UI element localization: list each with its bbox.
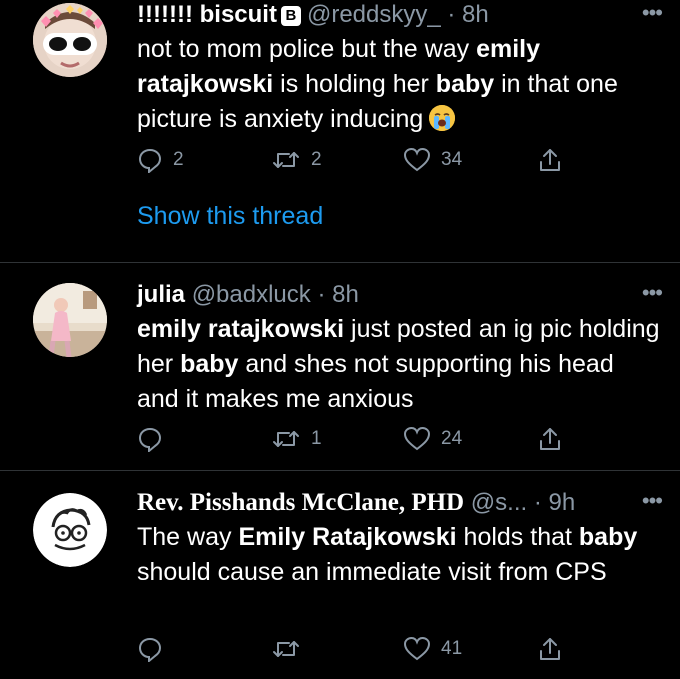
reply-button[interactable]: 2 (137, 147, 184, 173)
share-icon (540, 428, 560, 450)
tweet-header: Rev. Pisshands McClane, PHD @s... · 9h (137, 488, 662, 518)
share-button[interactable] (537, 147, 563, 173)
like-button[interactable]: 41 (403, 636, 462, 662)
timestamp[interactable]: · 9h (534, 489, 575, 516)
show-thread-link[interactable]: Show this thread (137, 202, 323, 231)
reply-icon (138, 427, 162, 452)
reply-icon (138, 637, 162, 662)
tweet-header: !!!!!!! biscuit B @reddskyy_ · 8h (137, 0, 662, 30)
avatar[interactable] (33, 493, 107, 567)
heart-icon (403, 147, 431, 172)
more-options-icon[interactable]: ••• (642, 280, 663, 306)
tweet-3[interactable]: Rev. Pisshands McClane, PHD @s... · 9h •… (0, 471, 680, 679)
heart-icon (403, 426, 431, 451)
tweet-text: emily ratajkowski just posted an ig pic … (137, 315, 660, 413)
retweet-count: 1 (311, 428, 322, 449)
retweet-button[interactable] (271, 636, 301, 662)
verified-badge-icon: B (280, 6, 301, 26)
timestamp[interactable]: · 8h (317, 281, 358, 308)
tweet-actions: 1 24 (137, 426, 567, 456)
reply-icon (138, 148, 162, 173)
handle[interactable]: @s... (471, 489, 527, 516)
retweet-icon (273, 641, 299, 657)
tweet-text: The way Emily Ratajkowski holds that bab… (137, 523, 638, 586)
share-icon (540, 638, 560, 660)
avatar[interactable] (33, 283, 107, 357)
tweet-2[interactable]: julia @badxluck · 8h ••• emily ratajkows… (0, 263, 680, 471)
tweet-actions: 2 2 34 (137, 147, 567, 177)
retweet-button[interactable]: 2 (271, 147, 322, 173)
retweet-icon (273, 431, 299, 447)
avatar[interactable] (33, 3, 107, 77)
more-options-icon[interactable]: ••• (642, 0, 663, 26)
retweet-icon (273, 152, 299, 168)
like-button[interactable]: 24 (403, 426, 462, 452)
like-count: 41 (441, 638, 463, 659)
like-count: 34 (441, 149, 463, 170)
reply-button[interactable] (137, 636, 163, 662)
handle[interactable]: @reddskyy_ (307, 1, 441, 28)
retweet-count: 2 (311, 149, 322, 170)
display-name[interactable]: !!!!!!! biscuit (137, 1, 277, 28)
tweet-1[interactable]: !!!!!!! biscuit B @reddskyy_ · 8h ••• not … (0, 0, 680, 263)
share-button[interactable] (537, 636, 563, 662)
timestamp[interactable]: · 8h (447, 1, 488, 28)
more-options-icon[interactable]: ••• (642, 488, 663, 514)
share-button[interactable] (537, 426, 563, 452)
tweet-actions: 41 (137, 636, 567, 666)
tweet-header: julia @badxluck · 8h (137, 280, 662, 310)
handle[interactable]: @badxluck (192, 281, 311, 308)
loudly-crying-face-icon (429, 105, 456, 131)
tweet-text: not to mom police but the way emily rata… (137, 35, 618, 133)
share-icon (540, 149, 560, 171)
display-name[interactable]: julia (137, 281, 185, 308)
reply-count: 2 (173, 149, 184, 170)
like-count: 24 (441, 428, 463, 449)
retweet-button[interactable]: 1 (271, 426, 322, 452)
display-name[interactable]: Rev. Pisshands McClane, PHD (137, 489, 464, 516)
reply-button[interactable] (137, 426, 163, 452)
like-button[interactable]: 34 (403, 147, 462, 173)
heart-icon (403, 636, 431, 661)
